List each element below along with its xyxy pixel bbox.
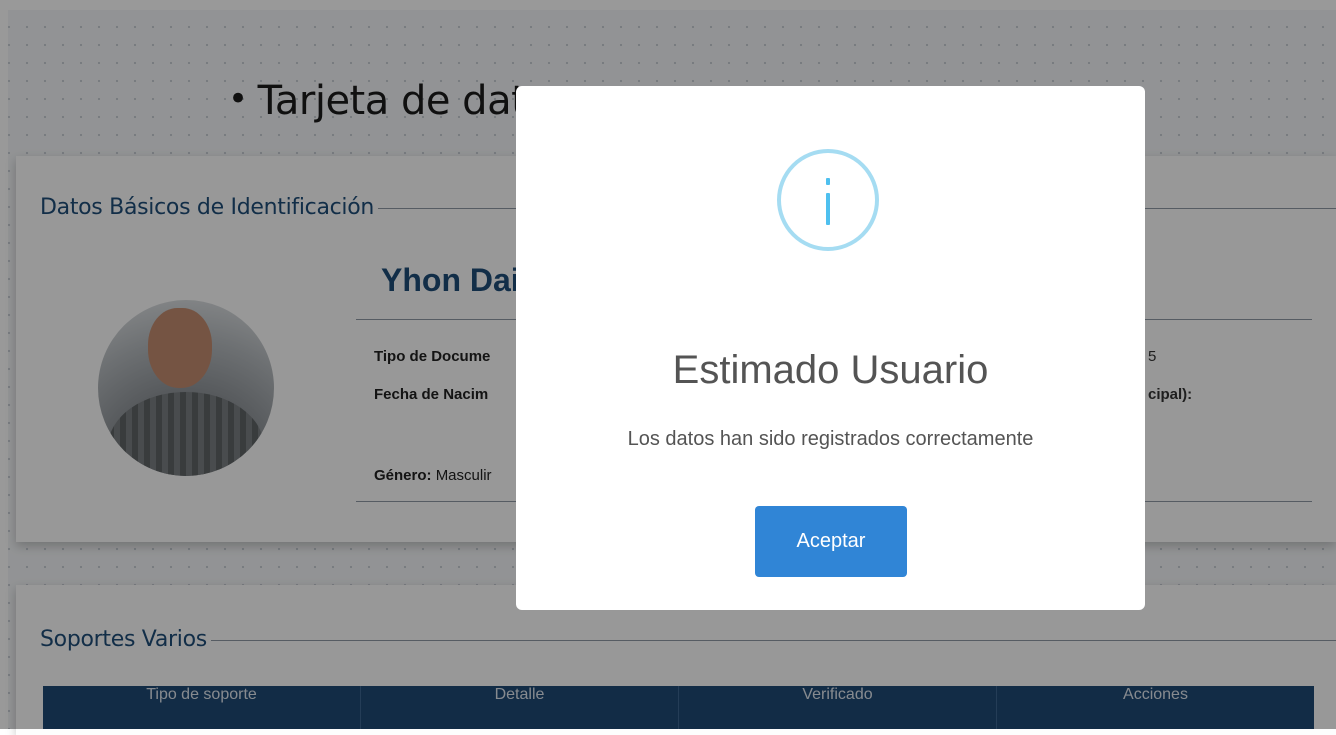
alert-dialog: Estimado Usuario Los datos han sido regi… [516, 86, 1145, 610]
dialog-title: Estimado Usuario [672, 348, 989, 392]
info-icon-dot [826, 178, 830, 185]
info-icon-stem [826, 193, 830, 225]
accept-button[interactable]: Aceptar [755, 506, 907, 577]
info-icon [777, 149, 879, 251]
dialog-message: Los datos han sido registrados correctam… [627, 428, 1034, 450]
